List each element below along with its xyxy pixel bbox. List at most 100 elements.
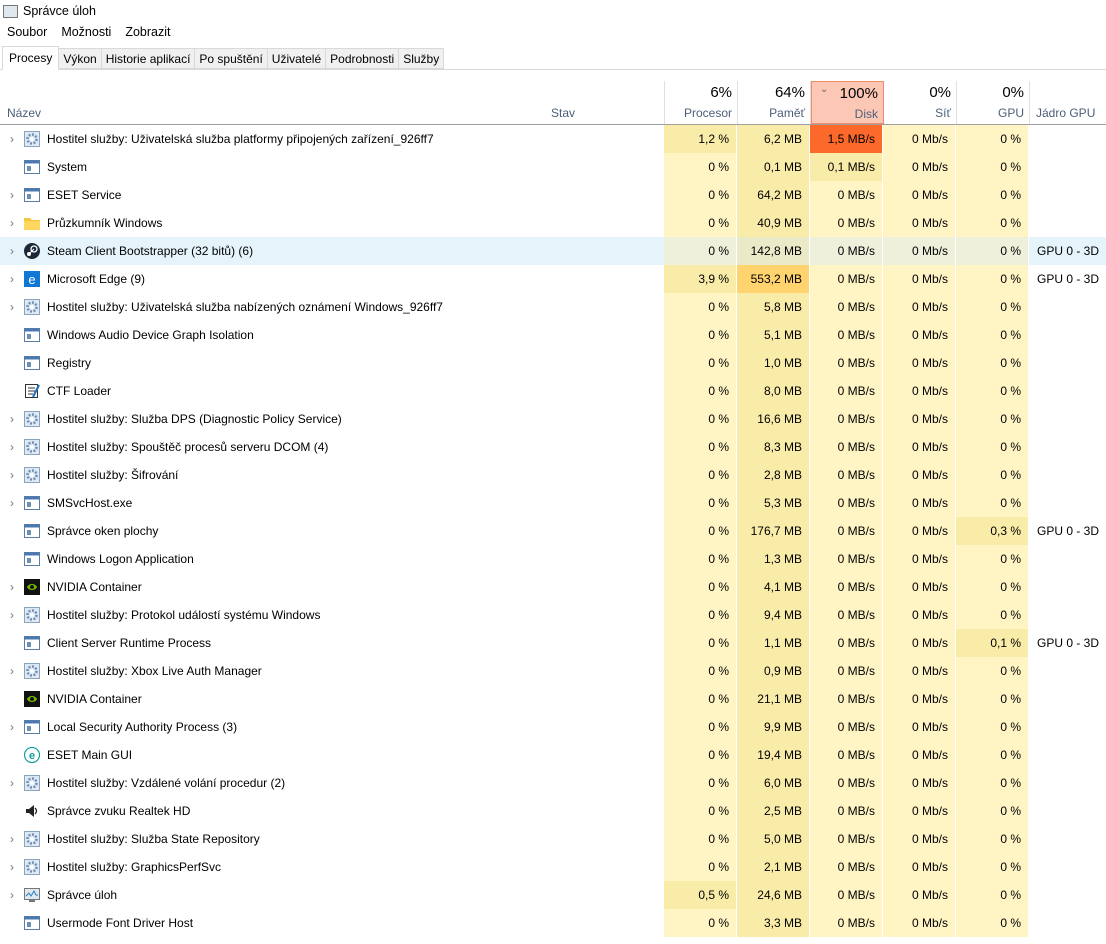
cpu-cell: 0 % — [664, 825, 737, 853]
process-name: Průzkumník Windows — [47, 216, 163, 230]
process-name: ESET Service — [47, 188, 122, 202]
tab-services[interactable]: Služby — [399, 48, 445, 69]
network-cell: 0 Mb/s — [883, 237, 956, 265]
tab-users[interactable]: Uživatelé — [267, 48, 327, 69]
process-row[interactable]: › Hostitel služby: Spouštěč procesů serve… — [0, 433, 1106, 461]
expand-chevron-icon[interactable]: › — [0, 608, 24, 622]
menu-file[interactable]: Soubor — [7, 25, 47, 39]
process-row[interactable]: Client Server Runtime Process 0 % 1,1 MB 0 … — [0, 629, 1106, 657]
process-row[interactable]: › e Microsoft Edge (9) 3,9 % 553,2 MB 0 MB/s 0… — [0, 265, 1106, 293]
column-status[interactable]: Stav — [551, 106, 575, 120]
disk-cell: 0 MB/s — [810, 713, 883, 741]
title-bar: Správce úloh — [0, 0, 1106, 22]
process-row[interactable]: Windows Logon Application 0 % 1,3 MB 0 MB/s… — [0, 545, 1106, 573]
process-row[interactable]: › Hostitel služby: Protokol událostí syst… — [0, 601, 1106, 629]
process-row[interactable]: › Hostitel služby: Uživatelská služba nab… — [0, 293, 1106, 321]
column-gpu-engine[interactable]: Jádro GPU — [1036, 106, 1095, 120]
process-row[interactable]: e ESET Main GUI 0 % 19,4 MB 0 MB/s 0 Mb/s 0 % — [0, 741, 1106, 769]
menu-view[interactable]: Zobrazit — [125, 25, 170, 39]
process-name-cell: › NVIDIA Container — [0, 573, 545, 601]
process-row[interactable]: NVIDIA Container 0 % 21,1 MB 0 MB/s 0 Mb/s 0 … — [0, 685, 1106, 713]
process-name: Hostitel služby: Protokol událostí systé… — [47, 608, 321, 622]
process-row[interactable]: › Local Security Authority Process (3) 0 %… — [0, 713, 1106, 741]
status-cell — [545, 629, 664, 657]
gpu-cell: 0 % — [956, 489, 1029, 517]
status-cell — [545, 909, 664, 937]
status-cell — [545, 685, 664, 713]
tab-performance[interactable]: Výkon — [59, 48, 102, 69]
process-name-cell: Registry — [0, 349, 545, 377]
column-disk[interactable]: ⌄ 100% Disk — [811, 81, 884, 124]
expand-chevron-icon[interactable]: › — [0, 244, 24, 258]
process-row[interactable]: › ESET Service 0 % 64,2 MB 0 MB/s 0 Mb/s 0 % — [0, 181, 1106, 209]
menu-options[interactable]: Možnosti — [61, 25, 111, 39]
gpu-engine-cell — [1029, 349, 1106, 377]
tab-processes[interactable]: Procesy — [2, 46, 60, 70]
expand-chevron-icon[interactable]: › — [0, 272, 24, 286]
expand-chevron-icon[interactable]: › — [0, 468, 24, 482]
expand-chevron-icon[interactable]: › — [0, 832, 24, 846]
tab-app-history[interactable]: Historie aplikací — [101, 48, 196, 69]
process-name: Hostitel služby: Uživatelská služba nabí… — [47, 300, 443, 314]
process-row[interactable]: CTF Loader 0 % 8,0 MB 0 MB/s 0 Mb/s 0 % — [0, 377, 1106, 405]
ctf-icon — [24, 383, 40, 399]
memory-cell: 64,2 MB — [737, 181, 810, 209]
process-row[interactable]: › NVIDIA Container 0 % 4,1 MB 0 MB/s 0 Mb/s 0 … — [0, 573, 1106, 601]
expand-chevron-icon[interactable]: › — [0, 776, 24, 790]
process-row[interactable]: › Hostitel služby: Xbox Live Auth Manager… — [0, 657, 1106, 685]
status-cell — [545, 321, 664, 349]
window-icon — [24, 495, 40, 511]
process-name-cell: Client Server Runtime Process — [0, 629, 545, 657]
memory-cell: 176,7 MB — [737, 517, 810, 545]
process-row[interactable]: Windows Audio Device Graph Isolation 0 % 5… — [0, 321, 1106, 349]
process-row[interactable]: Usermode Font Driver Host 0 % 3,3 MB 0 MB/s… — [0, 909, 1106, 937]
process-row[interactable]: Správce oken plochy 0 % 176,7 MB 0 MB/s 0 Mb… — [0, 517, 1106, 545]
process-row[interactable]: › Steam Client Bootstrapper (32 bitů) (6)… — [0, 237, 1106, 265]
tab-startup[interactable]: Po spuštění — [195, 48, 268, 69]
cpu-cell: 0,5 % — [664, 881, 737, 909]
gpu-engine-cell — [1029, 853, 1106, 881]
expand-chevron-icon[interactable]: › — [0, 496, 24, 510]
expand-chevron-icon[interactable]: › — [0, 440, 24, 454]
disk-label: Disk — [854, 107, 878, 121]
expand-chevron-icon[interactable]: › — [0, 216, 24, 230]
column-gpu[interactable]: 0% GPU — [957, 81, 1030, 124]
column-cpu[interactable]: 6% Procesor — [664, 81, 738, 124]
process-row[interactable]: › Hostitel služby: Vzdálené volání proced… — [0, 769, 1106, 797]
process-row[interactable]: › Správce úloh 0,5 % 24,6 MB 0 MB/s 0 Mb/s 0 % — [0, 881, 1106, 909]
process-row[interactable]: › SMSvcHost.exe 0 % 5,3 MB 0 MB/s 0 Mb/s 0 % — [0, 489, 1106, 517]
expand-chevron-icon[interactable]: › — [0, 132, 24, 146]
memory-cell: 1,0 MB — [737, 349, 810, 377]
tab-details[interactable]: Podrobnosti — [326, 48, 400, 69]
process-row[interactable]: › Hostitel služby: Šifrování 0 % 2,8 MB 0 MB… — [0, 461, 1106, 489]
status-cell — [545, 797, 664, 825]
sort-chevron-icon: ⌄ — [820, 84, 829, 95]
process-row[interactable]: Správce zvuku Realtek HD 0 % 2,5 MB 0 MB/s 0… — [0, 797, 1106, 825]
gpu-engine-cell — [1029, 825, 1106, 853]
expand-chevron-icon[interactable]: › — [0, 188, 24, 202]
expand-chevron-icon[interactable]: › — [0, 888, 24, 902]
process-row[interactable]: › Hostitel služby: Uživatelská služba pla… — [0, 125, 1106, 153]
column-name[interactable]: Název — [7, 106, 41, 120]
column-network[interactable]: 0% Síť — [884, 81, 957, 124]
gpu-engine-cell — [1029, 713, 1106, 741]
cpu-cell: 0 % — [664, 601, 737, 629]
column-memory[interactable]: 64% Paměť — [738, 81, 811, 124]
memory-cell: 3,3 MB — [737, 909, 810, 937]
process-name-cell: › Local Security Authority Process (3) — [0, 713, 545, 741]
expand-chevron-icon[interactable]: › — [0, 300, 24, 314]
process-name-cell: › e Microsoft Edge (9) — [0, 265, 545, 293]
network-cell: 0 Mb/s — [883, 713, 956, 741]
process-row[interactable]: › Hostitel služby: Služba DPS (Diagnostic… — [0, 405, 1106, 433]
process-row[interactable]: › Průzkumník Windows 0 % 40,9 MB 0 MB/s 0 Mb/… — [0, 209, 1106, 237]
process-row[interactable]: Registry 0 % 1,0 MB 0 MB/s 0 Mb/s 0 % — [0, 349, 1106, 377]
process-row[interactable]: System 0 % 0,1 MB 0,1 MB/s 0 Mb/s 0 % — [0, 153, 1106, 181]
gpu-cell: 0 % — [956, 713, 1029, 741]
process-row[interactable]: › Hostitel služby: GraphicsPerfSvc 0 % 2,1 … — [0, 853, 1106, 881]
process-row[interactable]: › Hostitel služby: Služba State Repositor… — [0, 825, 1106, 853]
expand-chevron-icon[interactable]: › — [0, 412, 24, 426]
expand-chevron-icon[interactable]: › — [0, 580, 24, 594]
expand-chevron-icon[interactable]: › — [0, 720, 24, 734]
expand-chevron-icon[interactable]: › — [0, 664, 24, 678]
expand-chevron-icon[interactable]: › — [0, 860, 24, 874]
